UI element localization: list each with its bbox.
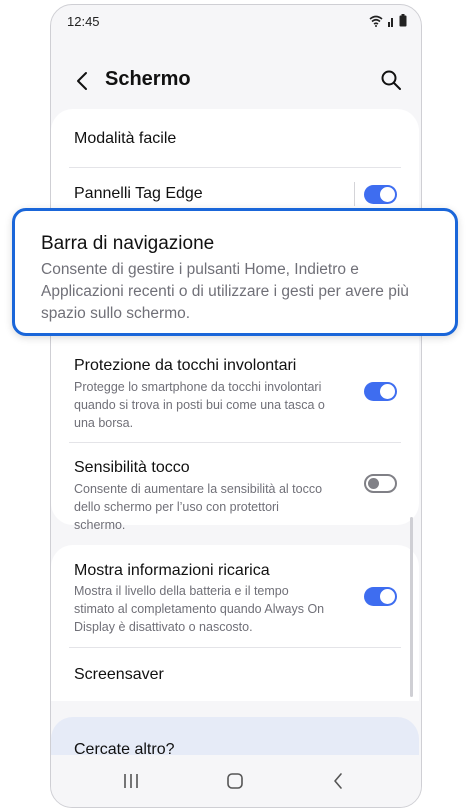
- easy-mode-label: Modalità facile: [74, 130, 177, 147]
- charging-info-description: Mostra il livello della batteria e il te…: [74, 584, 325, 634]
- vertical-separator: [354, 182, 355, 206]
- recent-apps-icon[interactable]: [119, 769, 143, 793]
- scrollbar[interactable]: [410, 517, 413, 697]
- charging-info-toggle[interactable]: [364, 587, 397, 606]
- charging-info-title: Mostra informazioni ricarica: [74, 562, 270, 579]
- edge-panels-label: Pannelli Tag Edge: [74, 185, 203, 202]
- settings-card-secondary: Mostra informazioni ricarica Mostra il l…: [51, 545, 419, 701]
- setting-navigation-bar[interactable]: Barra di navigazione Consente di gestire…: [12, 208, 458, 336]
- touch-sensitivity-description: Consente di aumentare la sensibilità al …: [74, 482, 323, 532]
- touch-sensitivity-title: Sensibilità tocco: [74, 459, 190, 476]
- status-time: 12:45: [67, 14, 100, 29]
- screensaver-label: Screensaver: [74, 666, 164, 683]
- setting-touch-sensitivity[interactable]: Sensibilità tocco Consente di aumentare …: [51, 443, 419, 532]
- navigation-bar-title: Barra di navigazione: [41, 233, 215, 254]
- phone-frame: 12:45 Schermo Modalità facile Pannelli T…: [50, 4, 422, 808]
- back-nav-icon[interactable]: [327, 769, 351, 793]
- touch-sensitivity-toggle[interactable]: [364, 474, 397, 493]
- navigation-bar-description: Consente di gestire i pulsanti Home, Ind…: [41, 261, 409, 322]
- wifi-icon: [369, 15, 383, 27]
- battery-icon: [399, 14, 407, 27]
- search-icon[interactable]: [379, 68, 403, 92]
- app-bar: Schermo: [51, 55, 421, 109]
- accidental-touch-title: Protezione da tocchi involontari: [74, 357, 297, 374]
- status-bar: 12:45: [51, 5, 421, 39]
- setting-screensaver[interactable]: Screensaver: [51, 648, 419, 701]
- navigation-bar: [51, 755, 421, 807]
- edge-panels-toggle[interactable]: [364, 185, 397, 204]
- accidental-touch-toggle[interactable]: [364, 382, 397, 401]
- status-icons: [369, 14, 407, 27]
- setting-accidental-touch[interactable]: Protezione da tocchi involontari Protegg…: [51, 341, 419, 437]
- signal-icon: [388, 17, 393, 27]
- page-title: Schermo: [105, 68, 191, 90]
- home-icon[interactable]: [223, 769, 247, 793]
- setting-charging-info[interactable]: Mostra informazioni ricarica Mostra il l…: [51, 545, 419, 643]
- accidental-touch-description: Protegge lo smartphone da tocchi involon…: [74, 380, 325, 430]
- setting-easy-mode[interactable]: Modalità facile: [51, 109, 419, 167]
- back-arrow-icon[interactable]: [71, 69, 95, 93]
